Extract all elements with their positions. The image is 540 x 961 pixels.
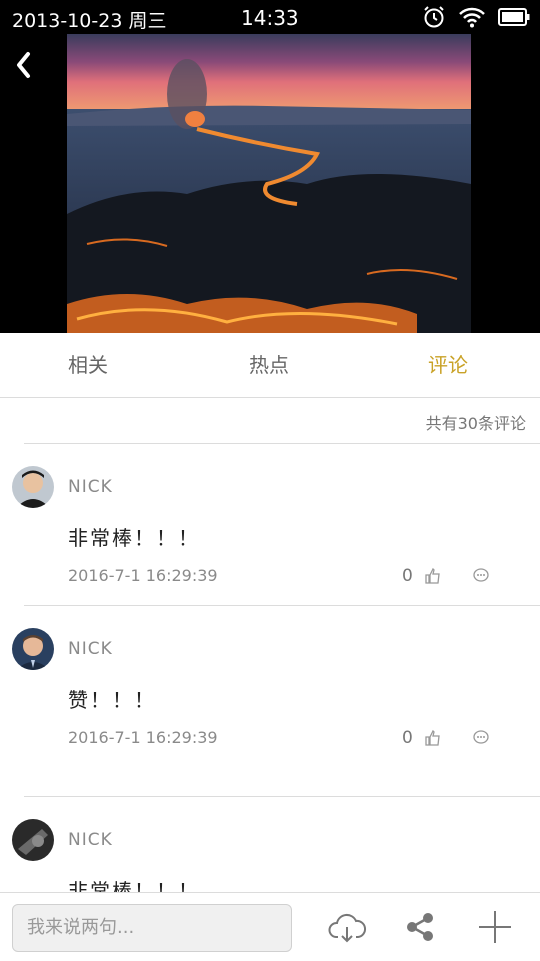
- battery-icon: [498, 8, 530, 26]
- avatar[interactable]: [12, 628, 54, 670]
- status-icons: [422, 5, 530, 29]
- chevron-left-icon: [17, 52, 30, 78]
- avatar[interactable]: [12, 466, 54, 508]
- status-bar: 2013-10-23 周三 14:33: [0, 0, 540, 34]
- hero-image-area: [0, 34, 540, 333]
- tab-related[interactable]: 相关: [38, 333, 138, 397]
- back-button[interactable]: [8, 50, 38, 84]
- divider: [24, 605, 540, 606]
- username[interactable]: NICK: [68, 639, 113, 659]
- cloud-download-icon[interactable]: [327, 907, 367, 947]
- username[interactable]: NICK: [68, 477, 113, 497]
- comment-time: 2016-7-1 16:29:39: [68, 566, 218, 585]
- tab-comments[interactable]: 评论: [398, 333, 498, 397]
- username[interactable]: NICK: [68, 830, 113, 850]
- avatar[interactable]: [12, 819, 54, 861]
- bottom-bar: 我来说两句...: [0, 892, 540, 961]
- comment-count: 共有30条评论: [425, 414, 526, 433]
- tab-hot[interactable]: 热点: [219, 333, 319, 397]
- tab-bar: 相关 热点 评论: [0, 333, 540, 398]
- comment-bubble-icon[interactable]: [472, 567, 490, 585]
- divider: [24, 443, 540, 444]
- share-icon[interactable]: [400, 907, 440, 947]
- plus-icon[interactable]: [475, 907, 515, 947]
- comment-input[interactable]: 我来说两句...: [12, 904, 292, 952]
- wifi-icon: [459, 7, 485, 28]
- thumbs-up-icon[interactable]: [424, 729, 442, 747]
- comment-text: 赞！！！: [68, 688, 156, 712]
- alarm-icon: [424, 6, 444, 28]
- comment-time: 2016-7-1 16:29:39: [68, 728, 218, 747]
- like-count: 0: [402, 728, 413, 748]
- status-time: 14:33: [241, 6, 299, 30]
- comment-text: 非常棒！！！: [68, 526, 200, 550]
- like-count: 0: [402, 566, 413, 586]
- comment-bubble-icon[interactable]: [472, 729, 490, 747]
- divider: [24, 796, 540, 797]
- status-date: 2013-10-23 周三: [12, 10, 167, 32]
- thumbs-up-icon[interactable]: [424, 567, 442, 585]
- volcano-photo: [67, 34, 471, 333]
